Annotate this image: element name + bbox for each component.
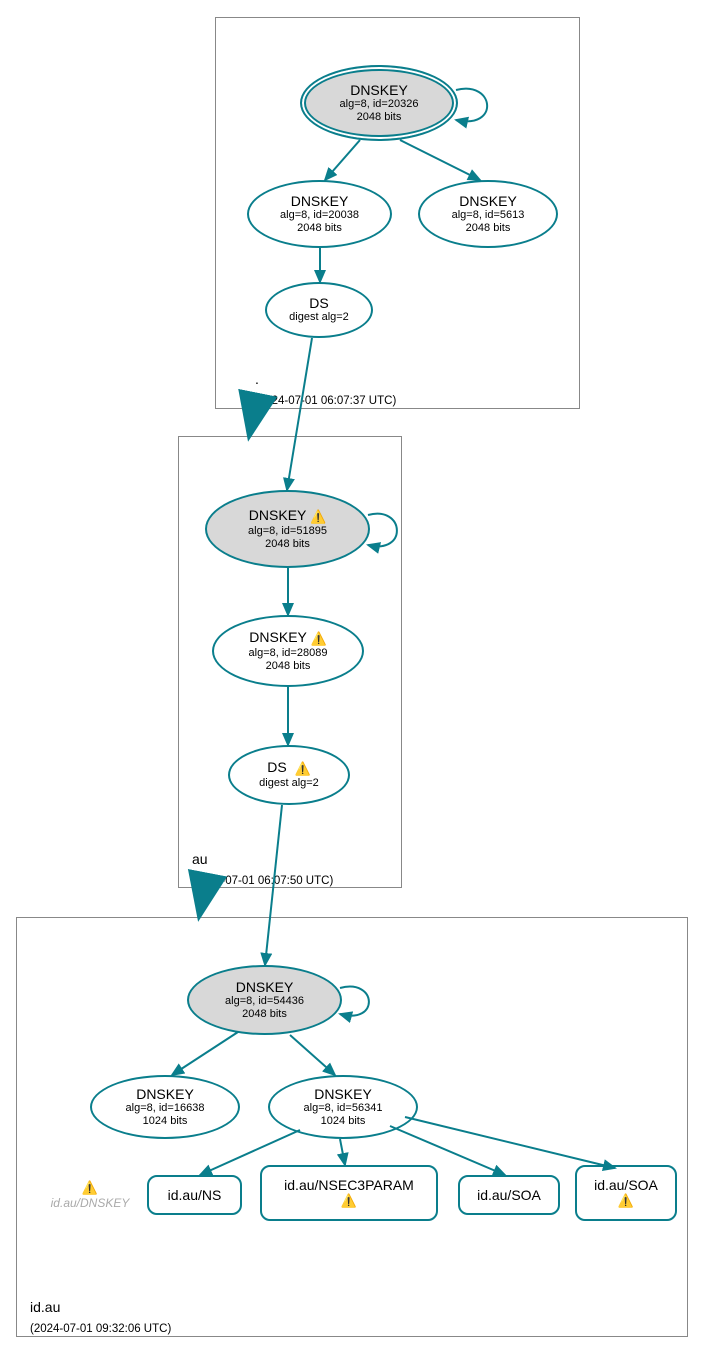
- zone-ts: (2024-07-01 06:07:50 UTC): [192, 875, 333, 887]
- node-title: DNSKEY ⚠️: [249, 629, 326, 647]
- node-root-zsk1: DNSKEY alg=8, id=20038 2048 bits: [247, 180, 392, 248]
- node-au-ds: DS ⚠️ digest alg=2: [228, 745, 350, 805]
- node-sub1: alg=8, id=28089: [249, 647, 328, 660]
- node-sub1: alg=8, id=51895: [248, 525, 327, 538]
- node-au-ksk: DNSKEY ⚠️ alg=8, id=51895 2048 bits: [205, 490, 370, 568]
- node-rr-soa1: id.au/SOA: [458, 1175, 560, 1215]
- node-title: id.au/SOA: [594, 1177, 658, 1193]
- node-root-ksk: DNSKEY alg=8, id=20326 2048 bits: [300, 65, 458, 141]
- zone-ts: (2024-07-01 09:32:06 UTC): [30, 1323, 171, 1335]
- node-sub2: 2048 bits: [297, 222, 342, 235]
- node-sub2: 2048 bits: [466, 222, 511, 235]
- node-title: id.au/SOA: [477, 1187, 541, 1203]
- node-sub1: alg=8, id=54436: [225, 995, 304, 1008]
- warning-icon: ⚠️: [310, 509, 326, 525]
- node-title: DNSKEY: [350, 82, 408, 98]
- node-sub2: 2048 bits: [266, 660, 311, 673]
- node-sub2: 2048 bits: [357, 111, 402, 124]
- warning-icon: ⚠️: [618, 1193, 634, 1209]
- zone-idau-label: id.au (2024-07-01 09:32:06 UTC): [30, 1298, 171, 1337]
- node-title: id.au/NSEC3PARAM: [284, 1177, 414, 1193]
- warning-icon: ⚠️: [341, 1193, 357, 1209]
- zone-au-label: au (2024-07-01 06:07:50 UTC): [192, 850, 333, 889]
- node-root-zsk2: DNSKEY alg=8, id=5613 2048 bits: [418, 180, 558, 248]
- node-sub2: 1024 bits: [143, 1115, 188, 1128]
- zone-ts: (2024-07-01 06:07:37 UTC): [255, 395, 396, 407]
- node-title: DNSKEY: [314, 1086, 372, 1102]
- zone-name: .: [255, 371, 259, 387]
- node-sub1: alg=8, id=5613: [452, 209, 525, 222]
- node-title: DS ⚠️: [267, 759, 310, 777]
- node-sub2: 2048 bits: [265, 538, 310, 551]
- node-idau-dnskey-gray: ⚠️ id.au/DNSKEY: [40, 1180, 140, 1210]
- node-idau-zsk2: DNSKEY alg=8, id=56341 1024 bits: [268, 1075, 418, 1139]
- node-sub2: 1024 bits: [321, 1115, 366, 1128]
- node-title: id.au/NS: [168, 1187, 222, 1203]
- node-root-ds: DS digest alg=2: [265, 282, 373, 338]
- zone-root-label: . (2024-07-01 06:07:37 UTC): [255, 370, 396, 409]
- warning-icon: ⚠️: [82, 1180, 98, 1196]
- warning-icon: ⚠️: [295, 761, 311, 777]
- node-sub2: 2048 bits: [242, 1008, 287, 1021]
- node-title: DNSKEY: [459, 193, 517, 209]
- node-sub1: digest alg=2: [289, 311, 349, 324]
- node-title: DNSKEY ⚠️: [249, 507, 326, 525]
- node-rr-ns: id.au/NS: [147, 1175, 242, 1215]
- zone-name: au: [192, 851, 208, 867]
- node-sub1: alg=8, id=20038: [280, 209, 359, 222]
- node-title: DNSKEY: [136, 1086, 194, 1102]
- warning-icon: ⚠️: [311, 631, 327, 647]
- node-sub1: digest alg=2: [259, 777, 319, 790]
- node-title: DNSKEY: [236, 979, 294, 995]
- node-idau-ksk: DNSKEY alg=8, id=54436 2048 bits: [187, 965, 342, 1035]
- node-rr-soa2: id.au/SOA ⚠️: [575, 1165, 677, 1221]
- node-rr-n3p: id.au/NSEC3PARAM ⚠️: [260, 1165, 438, 1221]
- node-sub1: alg=8, id=16638: [126, 1102, 205, 1115]
- node-title: DNSKEY: [291, 193, 349, 209]
- node-idau-zsk1: DNSKEY alg=8, id=16638 1024 bits: [90, 1075, 240, 1139]
- zone-name: id.au: [30, 1299, 60, 1315]
- node-sub1: alg=8, id=20326: [340, 98, 419, 111]
- node-sub1: alg=8, id=56341: [304, 1102, 383, 1115]
- node-title: DS: [309, 295, 328, 311]
- node-au-zsk: DNSKEY ⚠️ alg=8, id=28089 2048 bits: [212, 615, 364, 687]
